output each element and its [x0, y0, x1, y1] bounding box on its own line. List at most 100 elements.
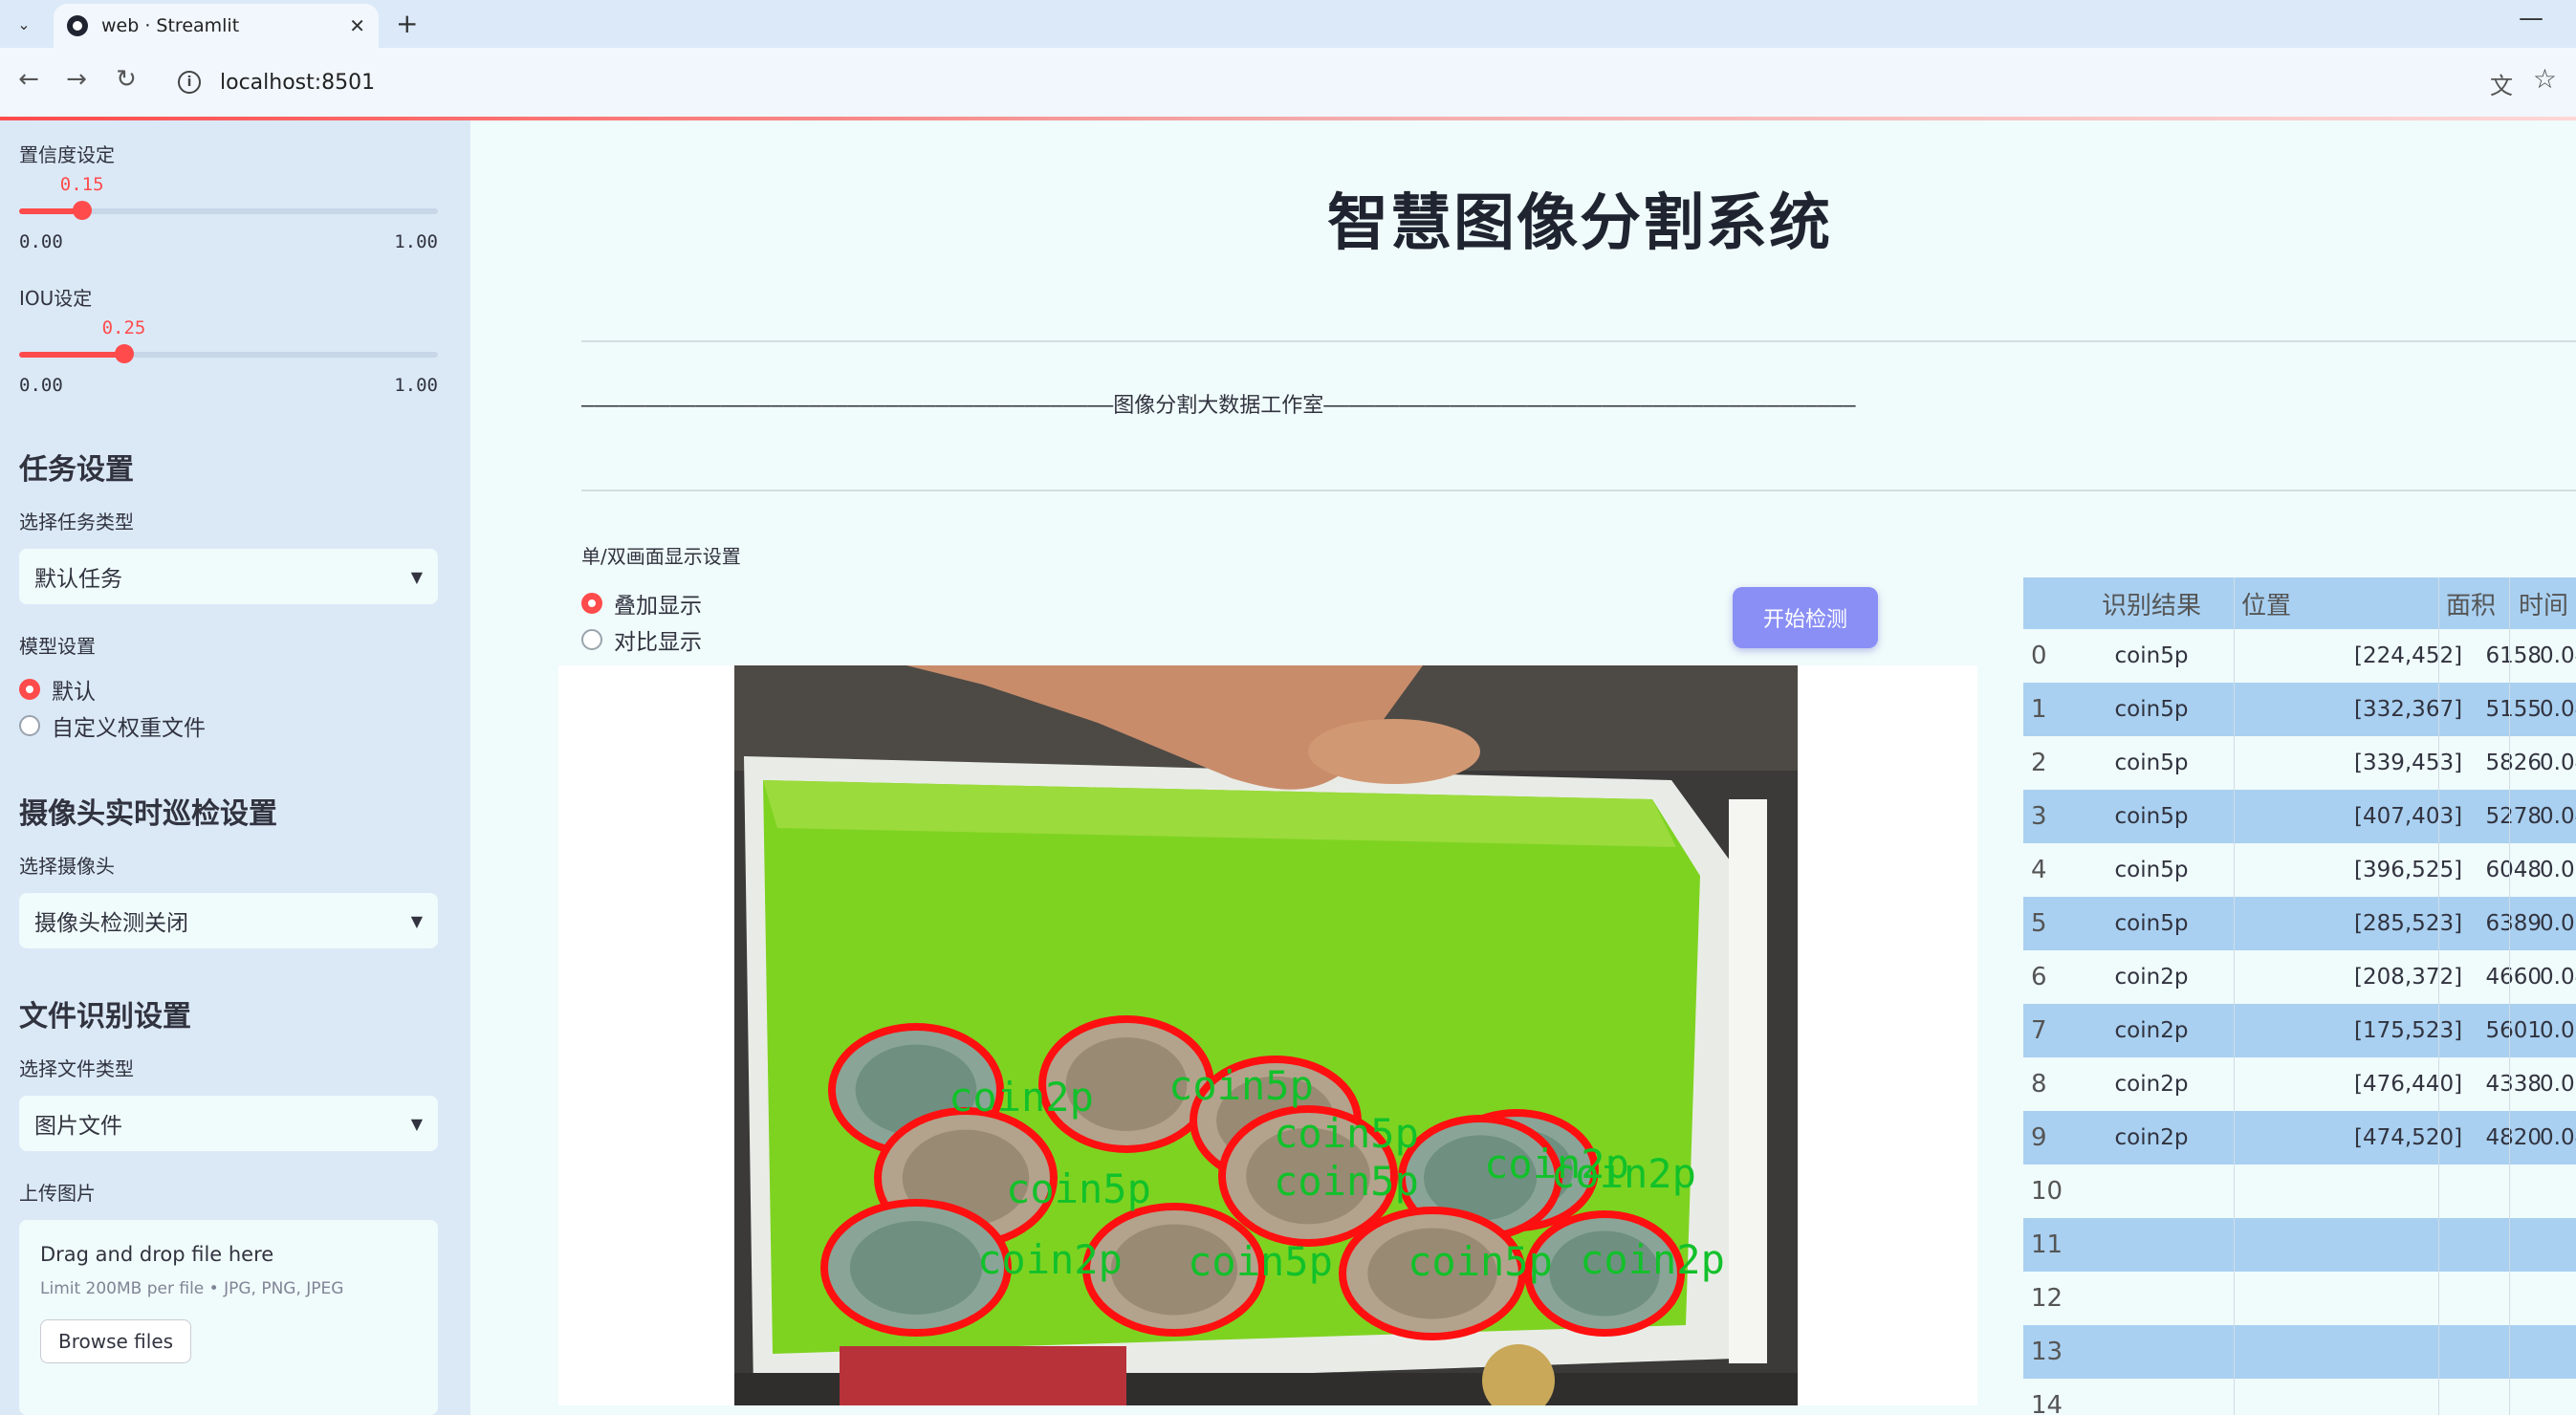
radio-selected-icon[interactable] [581, 593, 602, 614]
display-mode-overlay[interactable]: 叠加显示 [581, 587, 702, 620]
column-separator [2438, 1272, 2439, 1325]
row-index: 1 [2031, 695, 2047, 724]
table-row[interactable]: 6coin2p[208,372]46600.04 [2023, 950, 2576, 1004]
slider-value: 0.25 [101, 317, 146, 338]
column-separator [2509, 1218, 2510, 1272]
coin-face [849, 1221, 983, 1315]
start-detection-button[interactable]: 开始检测 [1733, 587, 1878, 648]
column-separator [2509, 950, 2510, 1004]
column-separator [2438, 790, 2439, 843]
camera-select[interactable]: 摄像头检测关闭 ▼ [19, 893, 438, 948]
column-separator [2509, 1379, 2510, 1415]
file-type-select[interactable]: 图片文件 ▼ [19, 1096, 438, 1151]
forward-arrow-icon[interactable]: → [59, 65, 94, 94]
table-row[interactable]: 5coin5p[285,523]63890.01 [2023, 897, 2576, 950]
table-row[interactable]: 1coin5p[332,367]51550.04 [2023, 683, 2576, 736]
cell-result: coin5p [2114, 697, 2189, 722]
translate-icon[interactable]: 文 [2490, 67, 2513, 100]
header-time[interactable]: 时间 [2519, 577, 2568, 629]
slider-thumb[interactable] [72, 201, 92, 220]
file-type-label: 选择文件类型 [19, 1057, 134, 1080]
table-row[interactable]: 9coin2p[474,520]48200.04 [2023, 1111, 2576, 1165]
task-settings-heading: 任务设置 [19, 453, 134, 487]
reload-icon[interactable]: ↻ [109, 65, 143, 94]
row-index: 8 [2031, 1070, 2047, 1099]
site-info-icon[interactable]: i [178, 71, 201, 94]
column-separator [2234, 1379, 2235, 1415]
column-separator [2234, 1057, 2235, 1111]
table-row[interactable]: 10 [2023, 1165, 2576, 1218]
table-row[interactable]: 13 [2023, 1325, 2576, 1379]
bookmark-star-icon[interactable]: ☆ [2533, 63, 2557, 95]
table-row[interactable]: 14 [2023, 1379, 2576, 1415]
url-field[interactable]: i localhost:8501 [164, 57, 2536, 107]
coin-class-label: coin2p [1551, 1150, 1696, 1197]
column-separator [2509, 629, 2510, 683]
row-index: 11 [2031, 1230, 2063, 1259]
browser-tab[interactable]: web · Streamlit ✕ [54, 4, 379, 48]
coin-class-label: coin5p [1408, 1238, 1553, 1285]
tab-search-icon[interactable]: ⌄ [10, 10, 38, 38]
coin-class-label: coin5p [1006, 1165, 1151, 1212]
cell-result: coin2p [2114, 965, 2189, 990]
column-separator [2438, 897, 2439, 950]
row-index: 4 [2031, 856, 2047, 884]
table-row[interactable]: 7coin2p[175,523]56010.02 [2023, 1004, 2576, 1057]
minimize-window-icon[interactable]: — [2519, 4, 2543, 33]
cell-result: coin5p [2114, 858, 2189, 882]
slider-value: 0.15 [59, 174, 104, 195]
file-dropzone[interactable]: Drag and drop file here Limit 200MB per … [19, 1220, 438, 1415]
cell-time: 0.04 [2540, 1125, 2576, 1150]
url-text[interactable]: localhost:8501 [220, 71, 375, 95]
back-arrow-icon[interactable]: ← [11, 65, 46, 94]
column-separator [2438, 1165, 2439, 1218]
camera-label: 选择摄像头 [19, 855, 115, 878]
task-type-value: 默认任务 [34, 567, 122, 592]
table-row[interactable]: 3coin5p[407,403]52780.04 [2023, 790, 2576, 843]
table-row[interactable]: 0coin5p[224,452]61580.04 [2023, 629, 2576, 683]
cell-time: 0.02 [2540, 858, 2576, 882]
upload-label: 上传图片 [19, 1182, 96, 1205]
slider-thumb[interactable] [114, 344, 134, 363]
table-row[interactable]: 4coin5p[396,525]60480.02 [2023, 843, 2576, 897]
table-row[interactable]: 11 [2023, 1218, 2576, 1272]
table-row[interactable]: 8coin2p[476,440]43380.03 [2023, 1057, 2576, 1111]
detection-result-image: coin2p coin5p coin5p coin2p coin5p coin5p coin… [734, 665, 1798, 1405]
column-separator [2509, 843, 2510, 897]
dropzone-text: Drag and drop file here [40, 1243, 274, 1266]
header-area[interactable]: 面积 [2446, 577, 2496, 629]
tab-close-icon[interactable]: ✕ [349, 14, 365, 37]
column-separator [2509, 1165, 2510, 1218]
table-row[interactable]: 12 [2023, 1272, 2576, 1325]
column-separator [2234, 843, 2235, 897]
column-separator [2234, 950, 2235, 1004]
confidence-label: 置信度设定 [19, 143, 115, 166]
model-option-default[interactable]: 默认 [19, 673, 96, 706]
browse-files-button[interactable]: Browse files [40, 1319, 192, 1363]
cell-time [2528, 1325, 2576, 1379]
new-tab-icon[interactable]: + [396, 8, 418, 39]
streamlit-favicon-icon [67, 15, 88, 36]
radio-selected-icon[interactable] [19, 679, 40, 700]
column-separator [2438, 1325, 2439, 1379]
cell-time [2528, 1379, 2576, 1415]
display-mode-option: 对比显示 [614, 630, 702, 655]
header-position[interactable]: 位置 [2238, 577, 2291, 629]
column-separator [2509, 1272, 2510, 1325]
column-separator [2509, 897, 2510, 950]
radio-unselected-icon[interactable] [581, 629, 602, 650]
slider-min: 0.00 [19, 231, 63, 252]
coin-class-label: coin5p [1188, 1238, 1333, 1285]
radio-unselected-icon[interactable] [19, 715, 40, 736]
table-row[interactable]: 2coin5p[339,453]58260.04 [2023, 736, 2576, 790]
display-mode-label: 单/双画面显示设置 [581, 545, 741, 568]
header-result[interactable]: 识别结果 [2069, 577, 2234, 629]
display-mode-compare[interactable]: 对比显示 [581, 623, 702, 656]
column-separator [2234, 1004, 2235, 1057]
tab-title: web · Streamlit [101, 15, 240, 36]
model-option-custom[interactable]: 自定义权重文件 [19, 709, 206, 742]
cell-result: coin5p [2114, 643, 2189, 668]
task-type-select[interactable]: 默认任务 ▼ [19, 549, 438, 604]
task-type-label: 选择任务类型 [19, 511, 134, 533]
camera-value: 摄像头检测关闭 [34, 911, 188, 936]
